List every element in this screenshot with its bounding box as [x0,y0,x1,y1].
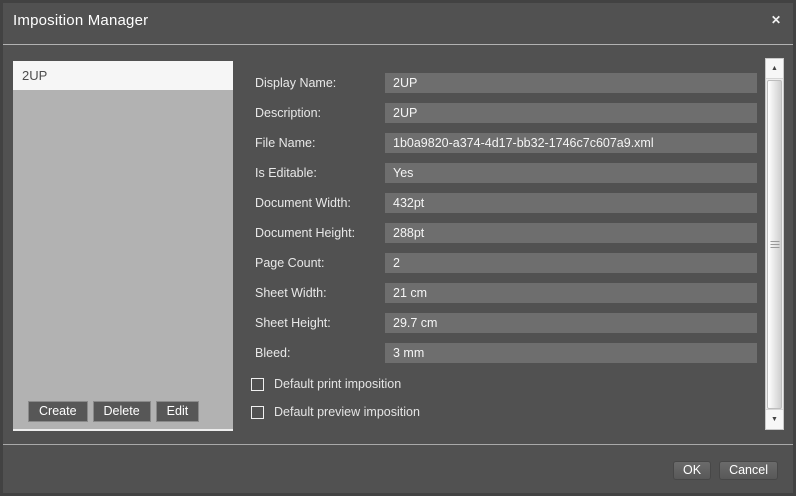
field-row-description: Description: 2UP [255,103,757,123]
file-name-field[interactable]: 1b0a9820-a374-4d17-bb32-1746c7c607a9.xml [385,133,757,153]
field-label: Display Name: [255,73,385,93]
sheet-height-field[interactable]: 29.7 cm [385,313,757,333]
checkbox-label: Default print imposition [274,374,401,394]
imposition-details-form: Display Name: 2UP Description: 2UP File … [255,73,757,373]
page-count-field[interactable]: 2 [385,253,757,273]
document-width-field[interactable]: 432pt [385,193,757,213]
default-preview-imposition-checkbox[interactable] [251,406,264,419]
list-action-buttons: Create Delete Edit [28,401,199,422]
field-row-page-count: Page Count: 2 [255,253,757,273]
header-divider [3,44,793,45]
default-print-imposition-checkbox[interactable] [251,378,264,391]
ok-button[interactable]: OK [673,461,711,480]
field-label: Document Height: [255,223,385,243]
field-label: Document Width: [255,193,385,213]
close-icon[interactable]: ✕ [768,12,784,28]
is-editable-field[interactable]: Yes [385,163,757,183]
list-item-2up[interactable]: 2UP [13,61,233,90]
bleed-field[interactable]: 3 mm [385,343,757,363]
vertical-scrollbar[interactable]: ▲ ▼ [765,58,784,430]
sheet-width-field[interactable]: 21 cm [385,283,757,303]
checkbox-label: Default preview imposition [274,402,420,422]
display-name-field[interactable]: 2UP [385,73,757,93]
field-row-bleed: Bleed: 3 mm [255,343,757,363]
footer-buttons: OK Cancel [673,461,778,480]
field-row-sheet-width: Sheet Width: 21 cm [255,283,757,303]
imposition-manager-dialog: Imposition Manager ✕ 2UP Create Delete E… [0,0,796,496]
cancel-button[interactable]: Cancel [719,461,778,480]
field-label: Sheet Width: [255,283,385,303]
field-row-document-height: Document Height: 288pt [255,223,757,243]
document-height-field[interactable]: 288pt [385,223,757,243]
field-row-document-width: Document Width: 432pt [255,193,757,213]
dialog-title: Imposition Manager [13,12,148,29]
field-label: Sheet Height: [255,313,385,333]
default-imposition-options: Default print imposition Default preview… [251,374,420,430]
field-row-file-name: File Name: 1b0a9820-a374-4d17-bb32-1746c… [255,133,757,153]
scroll-down-icon[interactable]: ▼ [766,409,783,429]
default-preview-imposition-row[interactable]: Default preview imposition [251,402,420,422]
field-label: Is Editable: [255,163,385,183]
edit-button[interactable]: Edit [156,401,200,422]
field-label: Bleed: [255,343,385,363]
imposition-list-panel: 2UP Create Delete Edit [13,61,233,431]
delete-button[interactable]: Delete [93,401,151,422]
description-field[interactable]: 2UP [385,103,757,123]
footer-divider [3,444,793,445]
scrollbar-grip-icon [770,241,779,249]
scrollbar-thumb[interactable] [767,80,782,409]
field-label: File Name: [255,133,385,153]
scroll-up-icon[interactable]: ▲ [766,59,783,79]
field-label: Page Count: [255,253,385,273]
create-button[interactable]: Create [28,401,88,422]
field-row-sheet-height: Sheet Height: 29.7 cm [255,313,757,333]
field-label: Description: [255,103,385,123]
field-row-is-editable: Is Editable: Yes [255,163,757,183]
default-print-imposition-row[interactable]: Default print imposition [251,374,420,394]
field-row-display-name: Display Name: 2UP [255,73,757,93]
